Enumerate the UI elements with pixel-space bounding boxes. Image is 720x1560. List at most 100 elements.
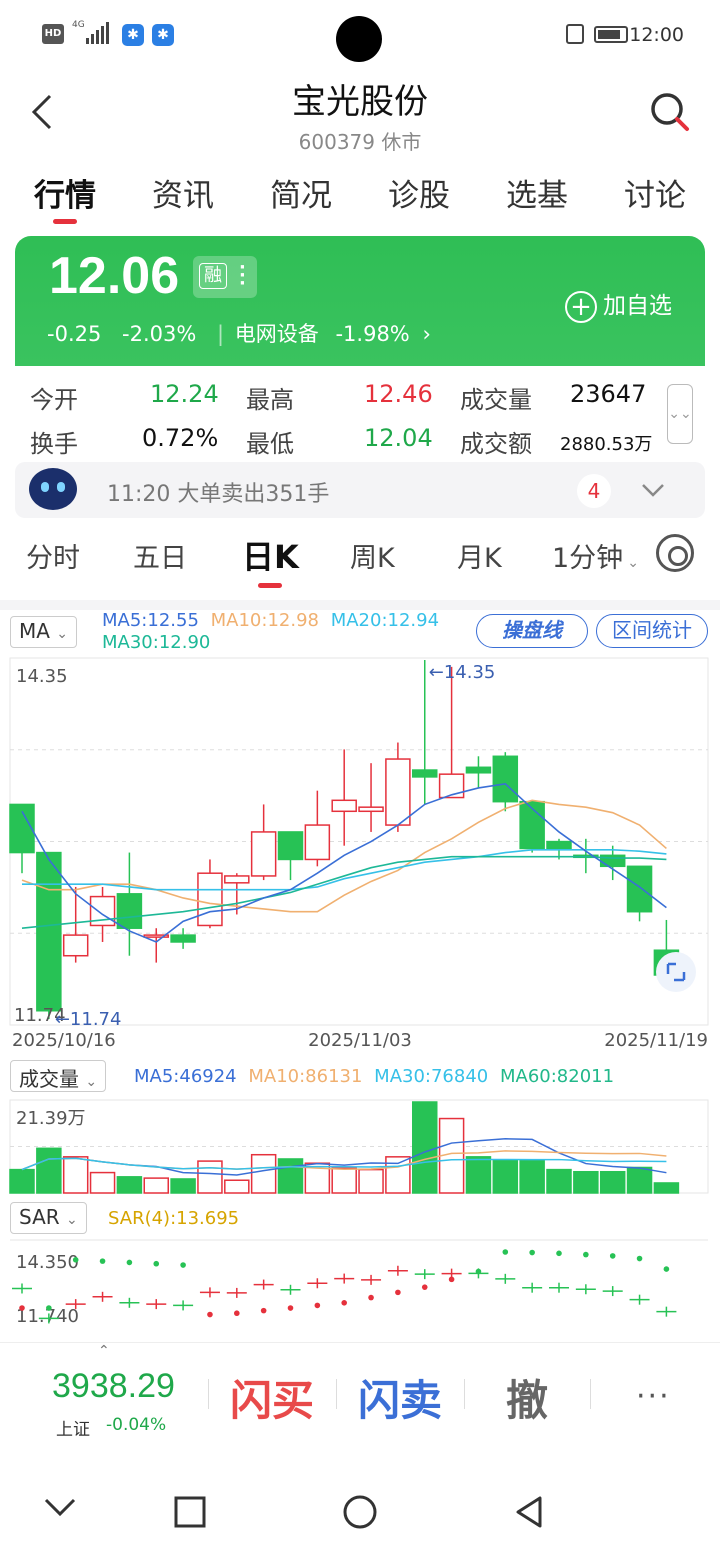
tab-discussion[interactable]: 讨论 <box>624 168 686 218</box>
robot-avatar-icon <box>29 468 77 510</box>
flash-sell-button[interactable]: 闪卖 <box>358 1367 442 1428</box>
volume-bar <box>385 1156 411 1194</box>
volume-bar <box>197 1160 223 1194</box>
kline-chart-area: MA ⌄ MA5:12.55 MA10:12.98 MA20:12.94 MA3… <box>0 610 720 1340</box>
amount-value: 2880.53万 <box>560 434 653 455</box>
tab-profile[interactable]: 简况 <box>270 168 332 218</box>
volume-bar <box>36 1147 62 1194</box>
more-icon[interactable]: ··· <box>636 1379 671 1414</box>
volume-label: 成交量 <box>460 386 532 414</box>
add-watchlist-button[interactable]: + 加自选 <box>565 286 672 323</box>
sar-select[interactable]: SAR ⌄ <box>10 1202 87 1234</box>
hd-icon: HD <box>42 24 64 44</box>
period-tab-intraday[interactable]: 分时 <box>26 536 80 575</box>
margin-label: 融 <box>199 263 227 289</box>
sar-select-label: SAR <box>19 1205 60 1229</box>
candle-up <box>358 806 384 813</box>
nav-home-circle-icon <box>343 1495 377 1529</box>
sar-dot <box>421 1284 428 1290</box>
amount-label: 成交额 <box>460 430 532 458</box>
status-time: 12:00 <box>629 24 684 46</box>
stock-name: 宝光股份 <box>292 82 428 122</box>
index-pct: -0.04% <box>106 1415 167 1435</box>
volume-select[interactable]: 成交量 ⌄ <box>10 1060 107 1092</box>
index-value[interactable]: 3938.29 <box>52 1367 175 1406</box>
chevron-up-icon[interactable]: ⌃ <box>98 1343 110 1359</box>
tab-diagnosis[interactable]: 诊股 <box>388 168 450 218</box>
period-tab-minute[interactable]: 1分钟 ⌄ <box>552 536 639 575</box>
volume-bar <box>492 1159 519 1194</box>
chevron-right-icon: › <box>422 322 431 346</box>
stock-code-status: 600379 休市 <box>298 130 422 154</box>
candle-up <box>62 934 89 957</box>
settings-gear-icon[interactable] <box>656 534 694 572</box>
candle-up <box>385 758 411 826</box>
tab-funds[interactable]: 选基 <box>506 168 568 218</box>
volume-bar <box>546 1168 572 1194</box>
period-tab-daily[interactable]: 日K <box>242 532 299 588</box>
period-tab-5day[interactable]: 五日 <box>133 536 187 575</box>
sar-dot <box>180 1262 186 1268</box>
notice-text: 11:20 大单卖出351手 <box>107 482 330 507</box>
signal-icon <box>86 22 110 44</box>
cancel-order-button[interactable]: 撤 <box>506 1367 548 1428</box>
turnover-label: 换手 <box>30 430 78 458</box>
volume-legend: MA5:46924 MA10:86131 MA30:76840 MA60:820… <box>134 1066 614 1088</box>
notice-bar[interactable]: 11:20 大单卖出351手 4 <box>15 462 705 518</box>
sar-dot <box>287 1305 294 1311</box>
camera-cutout <box>336 16 382 62</box>
sar-max-label: 14.350 <box>16 1252 79 1273</box>
tab-news[interactable]: 资讯 <box>152 168 214 218</box>
candle-up <box>224 875 250 884</box>
current-price: 12.06 <box>49 247 180 305</box>
nav-down-icon <box>44 1498 76 1517</box>
candle-down <box>116 893 143 929</box>
volume-bar <box>599 1170 626 1194</box>
volume-bar <box>626 1166 653 1194</box>
search-icon[interactable] <box>650 92 690 132</box>
expand-stats-button[interactable]: ⌄⌄ <box>667 384 693 444</box>
turnover-value: 0.72% <box>142 424 219 452</box>
sar-dot <box>260 1307 267 1314</box>
candle-down <box>546 840 572 850</box>
volume-select-label: 成交量 <box>19 1067 79 1091</box>
volume-bar <box>9 1168 35 1194</box>
candle-down <box>492 755 519 803</box>
volume-bar <box>331 1167 357 1194</box>
price-change: -0.25 <box>47 322 102 346</box>
battery-icon <box>594 26 628 43</box>
margin-badge[interactable]: 融 · · · <box>193 256 257 298</box>
vibrate-icon <box>566 24 584 44</box>
system-nav-bar <box>44 1495 542 1529</box>
sar-dot <box>448 1276 455 1283</box>
sector-change-pct: -1.98% <box>335 322 410 346</box>
volume-bar <box>250 1153 277 1194</box>
chevron-down-icon[interactable] <box>641 482 665 498</box>
sar-dot <box>609 1253 616 1259</box>
sar-dot <box>368 1294 374 1301</box>
sar-dot <box>663 1266 670 1272</box>
divider: | <box>217 322 225 346</box>
divider <box>336 1379 337 1409</box>
sector-name: 电网设备 <box>234 322 319 346</box>
volume-bar <box>116 1176 143 1194</box>
volume-bar <box>465 1156 492 1194</box>
sar-dot <box>46 1305 52 1311</box>
period-tab-weekly[interactable]: 周K <box>350 536 395 575</box>
candle-up <box>197 872 223 927</box>
high-mark-label: ←14.35 <box>429 662 496 683</box>
chevron-down-icon: ⌄ <box>627 555 639 571</box>
nav-home-square-icon <box>174 1496 206 1528</box>
candle-up <box>304 824 331 861</box>
tab-quotes[interactable]: 行情 <box>34 168 96 224</box>
flash-buy-button[interactable]: 闪买 <box>230 1367 314 1428</box>
sar-dot <box>583 1251 589 1258</box>
price-change-row[interactable]: -0.25 -2.03% | 电网设备 -1.98% › <box>47 318 431 348</box>
sar-dot <box>207 1311 213 1318</box>
volume-bar <box>143 1177 169 1194</box>
vol-ma60-legend: MA60:82011 <box>499 1066 615 1087</box>
index-name: 上证 <box>56 1420 90 1440</box>
period-tab-monthly[interactable]: 月K <box>457 536 502 575</box>
volume-bar <box>170 1178 196 1194</box>
period-tab-minute-label: 1分钟 <box>552 543 624 574</box>
